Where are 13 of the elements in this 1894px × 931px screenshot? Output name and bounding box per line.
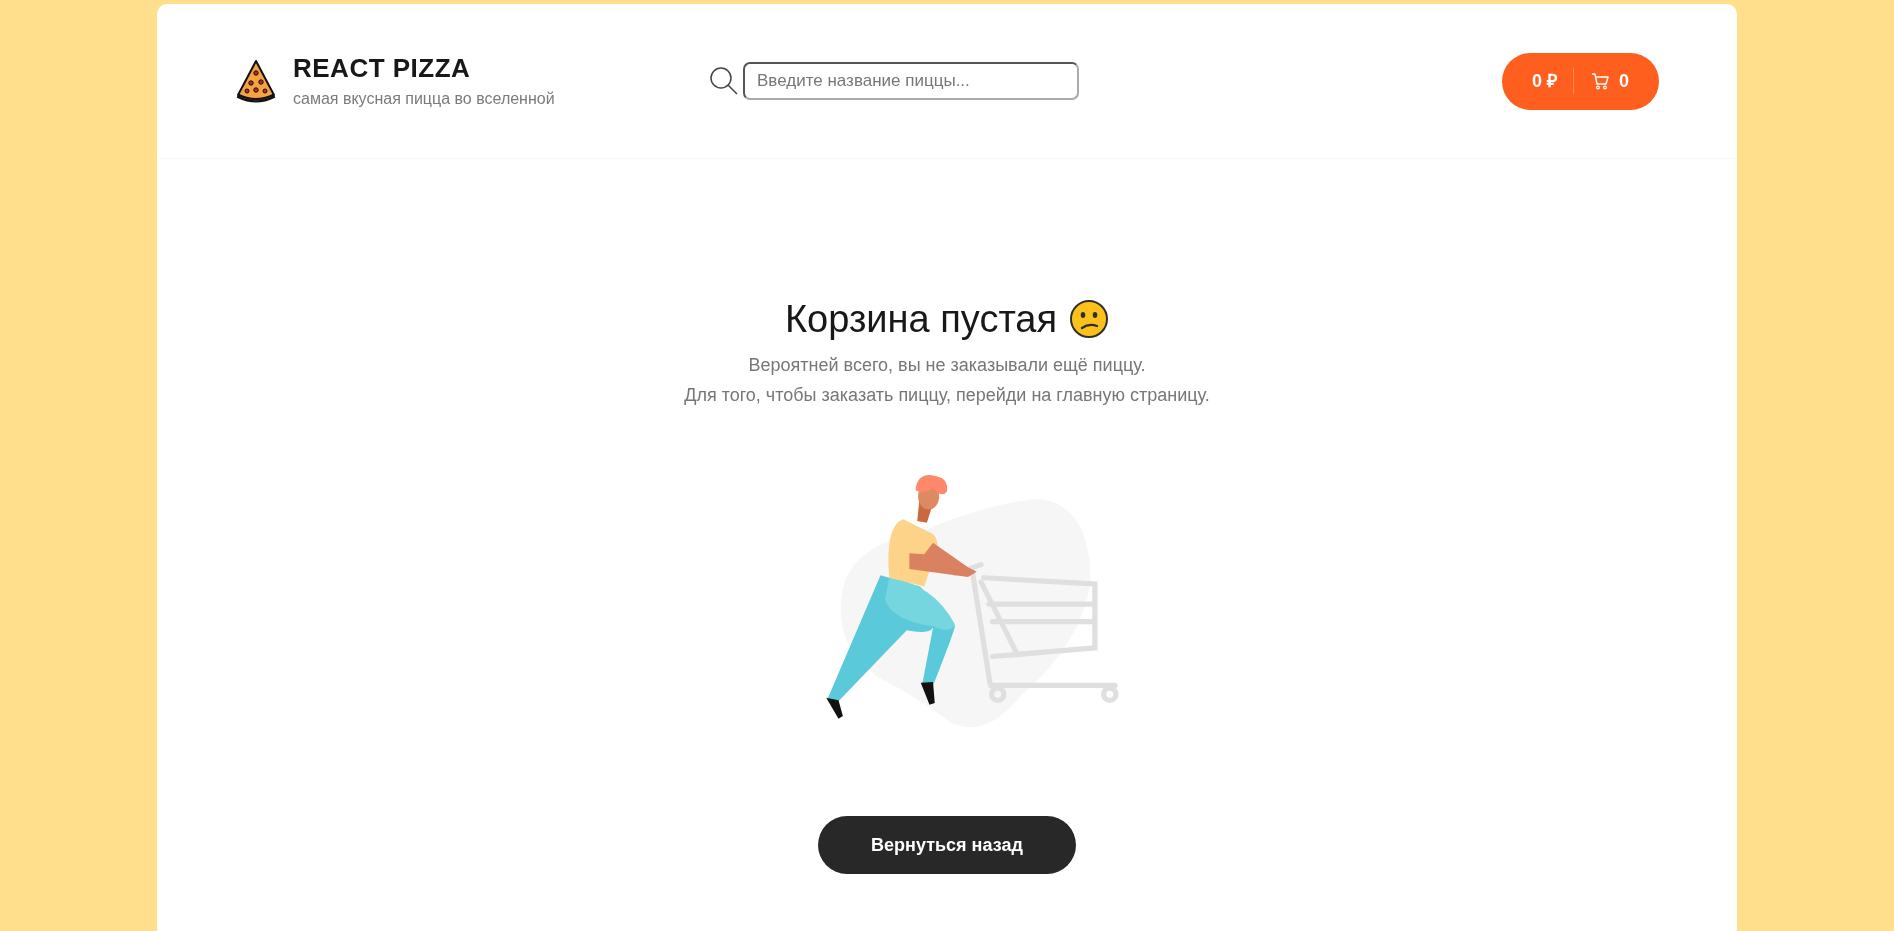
empty-cart-text: Для того, чтобы заказать пиццу, перейди на главную страницу. bbox=[684, 384, 1210, 407]
pizza-slice-icon bbox=[235, 59, 277, 103]
confused-face-icon bbox=[1069, 299, 1110, 339]
search-field[interactable]: Введите название пиццы... bbox=[743, 62, 1079, 100]
search-icon bbox=[709, 66, 739, 96]
empty-cart-text: Вероятней всего, вы не заказывали ещё пиццу. bbox=[748, 354, 1146, 377]
back-button[interactable]: Вернуться назад bbox=[818, 816, 1076, 874]
logo-title: REACT PIZZA bbox=[293, 52, 472, 84]
logo-subtitle: самая вкусная пицца во вселенной bbox=[293, 89, 555, 109]
cart-count: 0 bbox=[1619, 69, 1629, 93]
cart-total: 0 ₽ bbox=[1532, 69, 1558, 93]
empty-cart-title: Корзина пустая bbox=[784, 297, 1058, 342]
cart-icon bbox=[1591, 72, 1609, 90]
